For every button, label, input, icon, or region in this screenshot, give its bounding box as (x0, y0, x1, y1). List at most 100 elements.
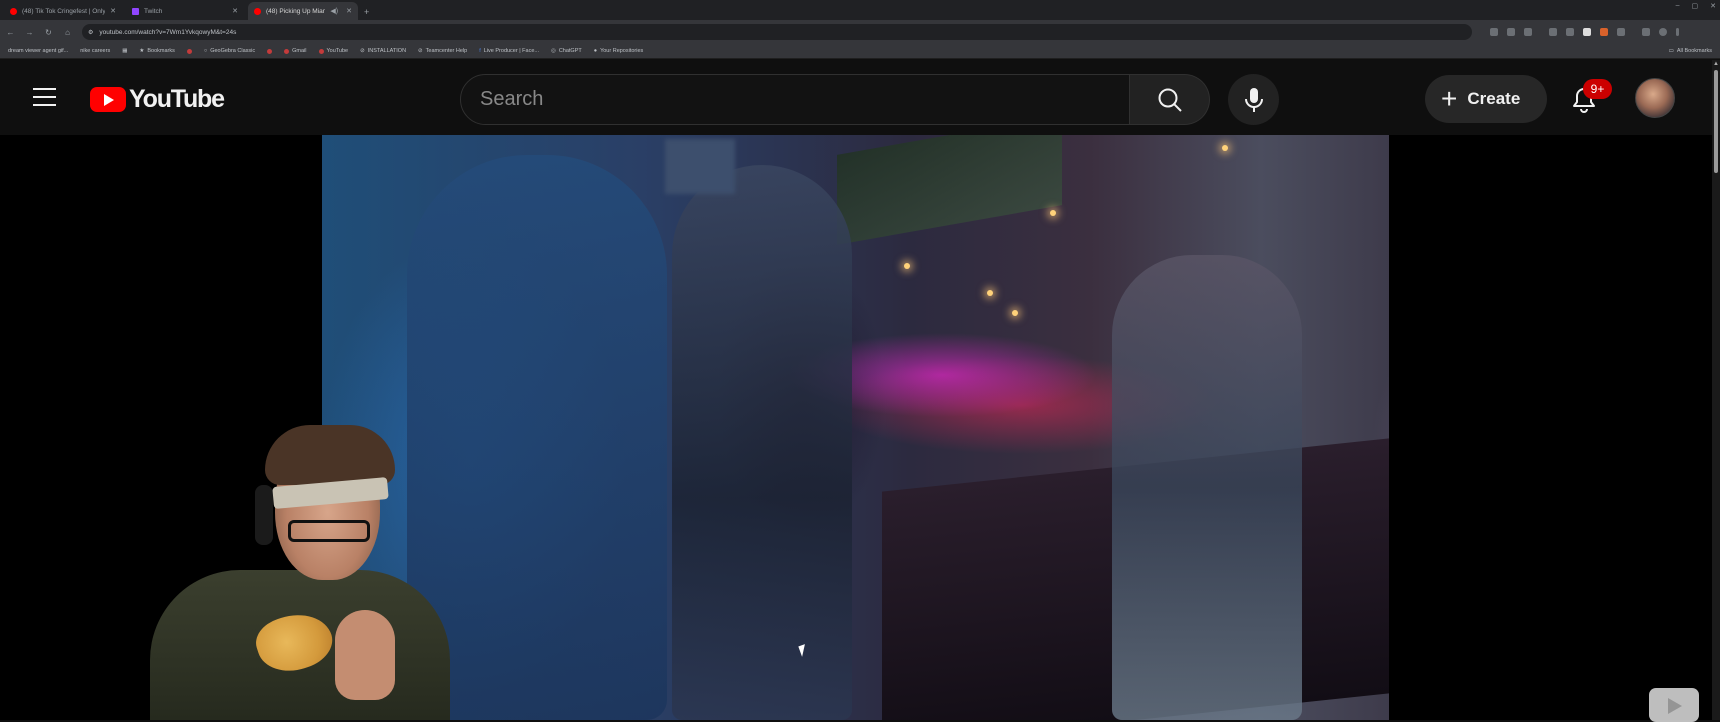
bookmark-folder[interactable]: ★ Bookmarks (139, 48, 174, 54)
zoom-icon[interactable] (1507, 28, 1515, 36)
sidebar-icon[interactable] (1642, 28, 1650, 36)
reload-icon[interactable]: ↻ (44, 28, 53, 37)
youtube-play-logo-icon (90, 87, 126, 112)
address-bar[interactable]: ⚙ youtube.com/watch?v=7Wm1YvkqowyM&t=24s (82, 24, 1472, 40)
extension-icon[interactable] (1549, 28, 1557, 36)
video-scene-light (904, 263, 910, 269)
extension-icon[interactable] (1583, 28, 1591, 36)
browser-tab-active[interactable]: (48) Picking Up Miami Girl... ◀) ✕ (248, 2, 358, 20)
link-icon: ⊘ (360, 48, 365, 54)
browser-tab[interactable]: Twitch ✕ (126, 2, 244, 20)
star-bookmark-icon[interactable] (1524, 28, 1532, 36)
gmail-icon (284, 48, 290, 54)
youtube-watermark-icon (1649, 688, 1699, 722)
youtube-favicon-icon (10, 7, 17, 15)
video-scene-blur (665, 139, 735, 194)
avatar[interactable] (1635, 78, 1675, 118)
bookmark-item[interactable]: YouTube (318, 48, 348, 54)
voice-search-button[interactable] (1228, 74, 1279, 125)
back-arrow-icon[interactable]: ← (6, 28, 15, 37)
browser-toolbar: ← → ↻ ⌂ ⚙ youtube.com/watch?v=7Wm1Yvkqow… (0, 20, 1720, 44)
extension-icon[interactable] (1566, 28, 1574, 36)
forward-arrow-icon[interactable]: → (25, 28, 34, 37)
page-scrollbar[interactable]: ▲ (1712, 60, 1720, 720)
close-tab-icon[interactable]: ✕ (110, 7, 116, 15)
puzzle-extensions-icon[interactable] (1617, 28, 1625, 36)
search-box[interactable] (460, 74, 1130, 125)
close-window-button[interactable]: ✕ (1710, 2, 1716, 10)
hamburger-menu-icon[interactable] (33, 88, 56, 106)
close-tab-icon[interactable]: ✕ (346, 7, 352, 15)
home-icon[interactable]: ⌂ (63, 28, 72, 37)
plus-icon: + (1441, 83, 1458, 114)
bookmark-item[interactable]: f Live Producer | Face... (479, 48, 539, 54)
video-scene-sign (837, 135, 1062, 245)
microphone-icon (1244, 87, 1263, 112)
video-scene-light (1222, 145, 1228, 151)
speaker-icon[interactable]: ◀) (330, 7, 338, 15)
bookmark-favicon-icon (186, 48, 192, 54)
bookmark-item[interactable]: nike careers (80, 48, 110, 54)
create-button[interactable]: + Create (1425, 75, 1547, 123)
logo-text: YouTube (129, 85, 225, 113)
chatgpt-icon: ◎ (551, 48, 556, 54)
all-bookmarks[interactable]: ▭ All Bookmarks (1669, 48, 1712, 54)
search-icon (1158, 88, 1182, 112)
bookmark-item[interactable]: Gmail (284, 48, 307, 54)
bookmark-item[interactable]: ◎ ChatGPT (551, 48, 582, 54)
github-icon: ● (593, 48, 598, 54)
video-scene-light (987, 290, 993, 296)
twitch-favicon-icon (132, 7, 139, 15)
profile-icon[interactable] (1659, 28, 1667, 36)
minimize-button[interactable]: – (1676, 2, 1680, 10)
bookmark-item[interactable] (267, 48, 273, 54)
search-input[interactable] (480, 88, 1129, 111)
facebook-icon: f (479, 48, 481, 54)
scrollbar-thumb[interactable] (1714, 70, 1718, 173)
webcam-hand (335, 610, 395, 700)
extensions-area (1490, 28, 1679, 36)
browser-tab-bar: (48) Tik Tok Cringefest | Only t... ✕ Tw… (0, 0, 1720, 20)
bookmarks-bar: dream viewer agent gif... nike careers ▦… (0, 44, 1720, 59)
youtube-masthead: YouTube + Create 9+ (0, 60, 1712, 135)
create-label: Create (1467, 89, 1521, 108)
video-frame[interactable] (322, 135, 1389, 720)
close-tab-icon[interactable]: ✕ (232, 7, 238, 15)
video-scene-light (1012, 310, 1018, 316)
youtube-logo[interactable]: YouTube (90, 85, 225, 114)
menu-dots-icon[interactable] (1676, 28, 1679, 36)
folder-icon: ▭ (1668, 48, 1674, 54)
bookmark-item[interactable]: dream viewer agent gif... (8, 48, 68, 54)
site-info-icon[interactable]: ⚙ (88, 29, 93, 36)
tab-title: (48) Tik Tok Cringefest | Only t... (22, 7, 106, 15)
webcam-glasses (288, 520, 370, 542)
search-button[interactable] (1130, 74, 1210, 125)
maximize-button[interactable]: ▢ (1692, 2, 1699, 10)
tab-title: (48) Picking Up Miami Girl... (266, 7, 325, 15)
video-scene-light (1050, 210, 1056, 216)
scroll-up-arrow-icon[interactable]: ▲ (1713, 61, 1719, 67)
bookmark-favicon-icon (267, 48, 273, 54)
install-icon[interactable] (1490, 28, 1498, 36)
video-scene-person (672, 165, 852, 720)
bookmark-item[interactable]: ● Your Repositories (594, 48, 644, 54)
tab-title: Twitch (144, 7, 163, 15)
bookmark-item[interactable]: ⊘ Teamcenter Help (418, 48, 467, 54)
new-tab-button[interactable]: + (364, 7, 369, 17)
youtube-icon (318, 48, 324, 54)
apps-grid-icon[interactable]: ▦ (122, 48, 127, 54)
headphones-icon (255, 485, 273, 545)
bookmark-item[interactable]: ○ GeoGebra Classic (204, 48, 255, 54)
folder-icon: ★ (139, 48, 145, 54)
geogebra-icon: ○ (203, 48, 208, 54)
browser-tab[interactable]: (48) Tik Tok Cringefest | Only t... ✕ (4, 2, 122, 20)
link-icon: ⊘ (418, 48, 423, 54)
bookmark-item[interactable]: ⊘ INSTALLATION (360, 48, 406, 54)
webcam-hair (265, 425, 395, 485)
youtube-favicon-icon (254, 7, 261, 15)
notification-badge: 9+ (1583, 79, 1612, 99)
streamer-webcam-overlay (145, 425, 475, 720)
url-text: youtube.com/watch?v=7Wm1YvkqowyM&t=24s (99, 28, 237, 36)
extension-icon[interactable] (1600, 28, 1608, 36)
bookmark-item[interactable] (186, 48, 192, 54)
